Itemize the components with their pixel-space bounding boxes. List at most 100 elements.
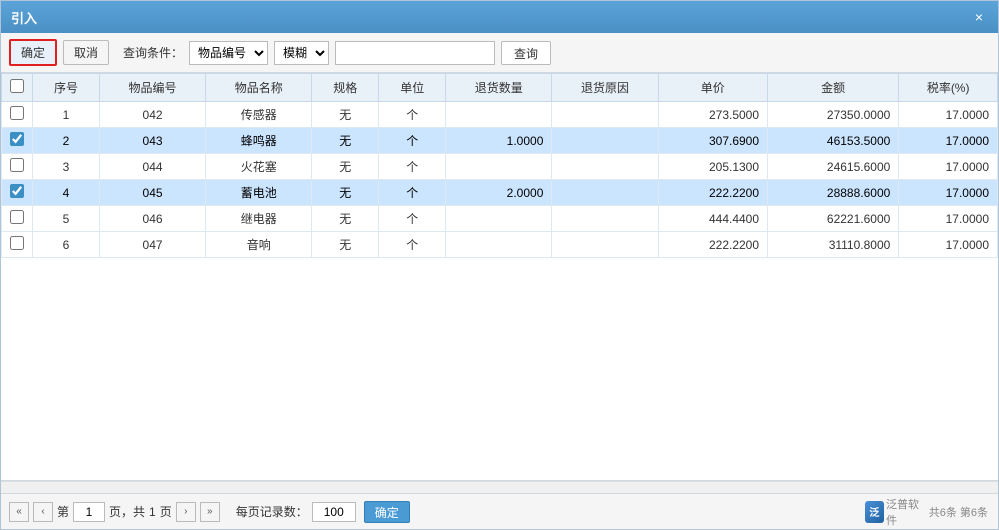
cell-name: 音响	[206, 232, 312, 258]
header-tax: 税率(%)	[899, 74, 998, 102]
cell-reason	[552, 154, 658, 180]
next-page-button[interactable]: ›	[176, 502, 196, 522]
brand-sub: 共6条 第6条	[929, 504, 988, 520]
prev-page-button[interactable]: ‹	[33, 502, 53, 522]
search-button[interactable]: 查询	[501, 41, 551, 65]
cell-code: 043	[99, 128, 205, 154]
cell-code: 045	[99, 180, 205, 206]
header-unit: 单位	[379, 74, 446, 102]
header-seq: 序号	[33, 74, 100, 102]
dialog-title: 引入	[11, 8, 37, 27]
cell-seq: 5	[33, 206, 100, 232]
row-checkbox-cell[interactable]	[2, 128, 33, 154]
cell-price: 222.2200	[658, 232, 768, 258]
query-condition-label: 查询条件：	[123, 44, 183, 61]
field-select[interactable]: 物品编号 物品名称 规格	[189, 41, 268, 65]
row-checkbox[interactable]	[10, 106, 24, 120]
row-checkbox[interactable]	[10, 184, 24, 198]
cell-tax: 17.0000	[899, 232, 998, 258]
table-row[interactable]: 3044火花塞无个205.130024615.600017.0000	[2, 154, 998, 180]
select-all-checkbox[interactable]	[10, 79, 24, 93]
row-checkbox-cell[interactable]	[2, 102, 33, 128]
row-checkbox[interactable]	[10, 236, 24, 250]
cell-code: 042	[99, 102, 205, 128]
dialog: 引入 × 确定 取消 查询条件： 物品编号 物品名称 规格 模糊 精确 查询	[0, 0, 999, 530]
last-page-button[interactable]: »	[200, 502, 220, 522]
table-row[interactable]: 2043蜂鸣器无个1.0000307.690046153.500017.0000	[2, 128, 998, 154]
brand-logo: 泛 泛普软件	[865, 501, 925, 523]
table-row[interactable]: 1042传感器无个273.500027350.000017.0000	[2, 102, 998, 128]
header-spec: 规格	[312, 74, 379, 102]
mode-select[interactable]: 模糊 精确	[274, 41, 329, 65]
header-amount: 金额	[768, 74, 899, 102]
cell-amount: 31110.8000	[768, 232, 899, 258]
per-page-input[interactable]	[312, 502, 356, 522]
cell-name: 蜂鸣器	[206, 128, 312, 154]
cell-seq: 3	[33, 154, 100, 180]
cell-reason	[552, 128, 658, 154]
header-code: 物品编号	[99, 74, 205, 102]
cell-seq: 2	[33, 128, 100, 154]
cell-amount: 24615.6000	[768, 154, 899, 180]
cell-unit: 个	[379, 102, 446, 128]
cell-unit: 个	[379, 128, 446, 154]
row-checkbox[interactable]	[10, 158, 24, 172]
first-page-button[interactable]: «	[9, 502, 29, 522]
row-checkbox-cell[interactable]	[2, 180, 33, 206]
cell-amount: 28888.6000	[768, 180, 899, 206]
cell-tax: 17.0000	[899, 180, 998, 206]
table-row[interactable]: 5046继电器无个444.440062221.600017.0000	[2, 206, 998, 232]
brand-icon: 泛	[865, 501, 884, 523]
cell-reason	[552, 102, 658, 128]
row-checkbox-cell[interactable]	[2, 154, 33, 180]
brand-area: 泛 泛普软件 共6条 第6条	[865, 501, 988, 523]
page-info: 第 页，共 1 页	[57, 502, 172, 522]
close-button[interactable]: ×	[970, 8, 988, 26]
page-label: 第	[57, 503, 69, 520]
cell-reason	[552, 180, 658, 206]
table-container: 序号 物品编号 物品名称 规格 单位 退货数量 退货原因 单价 金额 税率(%)…	[1, 73, 998, 481]
cell-price: 444.4400	[658, 206, 768, 232]
cell-price: 205.1300	[658, 154, 768, 180]
footer-confirm-button[interactable]: 确定	[364, 501, 410, 523]
header-name: 物品名称	[206, 74, 312, 102]
data-table: 序号 物品编号 物品名称 规格 单位 退货数量 退货原因 单价 金额 税率(%)…	[1, 73, 998, 258]
cell-unit: 个	[379, 206, 446, 232]
cell-spec: 无	[312, 154, 379, 180]
confirm-button[interactable]: 确定	[9, 39, 57, 66]
cell-amount: 62221.6000	[768, 206, 899, 232]
table-row[interactable]: 4045蓄电池无个2.0000222.220028888.600017.0000	[2, 180, 998, 206]
brand-name: 泛普软件	[886, 496, 925, 528]
cell-unit: 个	[379, 154, 446, 180]
cell-qty: 1.0000	[446, 128, 552, 154]
cell-seq: 6	[33, 232, 100, 258]
cell-code: 047	[99, 232, 205, 258]
cell-price: 307.6900	[658, 128, 768, 154]
page-number-input[interactable]	[73, 502, 105, 522]
row-checkbox[interactable]	[10, 132, 24, 146]
table-body: 1042传感器无个273.500027350.000017.00002043蜂鸣…	[2, 102, 998, 258]
cell-reason	[552, 232, 658, 258]
cell-amount: 27350.0000	[768, 102, 899, 128]
footer: « ‹ 第 页，共 1 页 › » 每页记录数： 确定 泛 泛普软件 共6条 第…	[1, 493, 998, 529]
title-bar: 引入 ×	[1, 1, 998, 33]
cell-seq: 4	[33, 180, 100, 206]
header-checkbox-cell	[2, 74, 33, 102]
row-checkbox-cell[interactable]	[2, 206, 33, 232]
cell-spec: 无	[312, 232, 379, 258]
horizontal-scrollbar[interactable]	[1, 481, 998, 493]
cell-code: 046	[99, 206, 205, 232]
cell-name: 蓄电池	[206, 180, 312, 206]
page-unit: 页	[160, 503, 172, 520]
row-checkbox[interactable]	[10, 210, 24, 224]
search-input[interactable]	[335, 41, 495, 65]
cancel-button[interactable]: 取消	[63, 40, 109, 65]
per-page-label: 每页记录数：	[236, 503, 308, 520]
cell-seq: 1	[33, 102, 100, 128]
table-row[interactable]: 6047音响无个222.220031110.800017.0000	[2, 232, 998, 258]
cell-qty: 2.0000	[446, 180, 552, 206]
header-reason: 退货原因	[552, 74, 658, 102]
cell-qty	[446, 154, 552, 180]
cell-tax: 17.0000	[899, 206, 998, 232]
row-checkbox-cell[interactable]	[2, 232, 33, 258]
